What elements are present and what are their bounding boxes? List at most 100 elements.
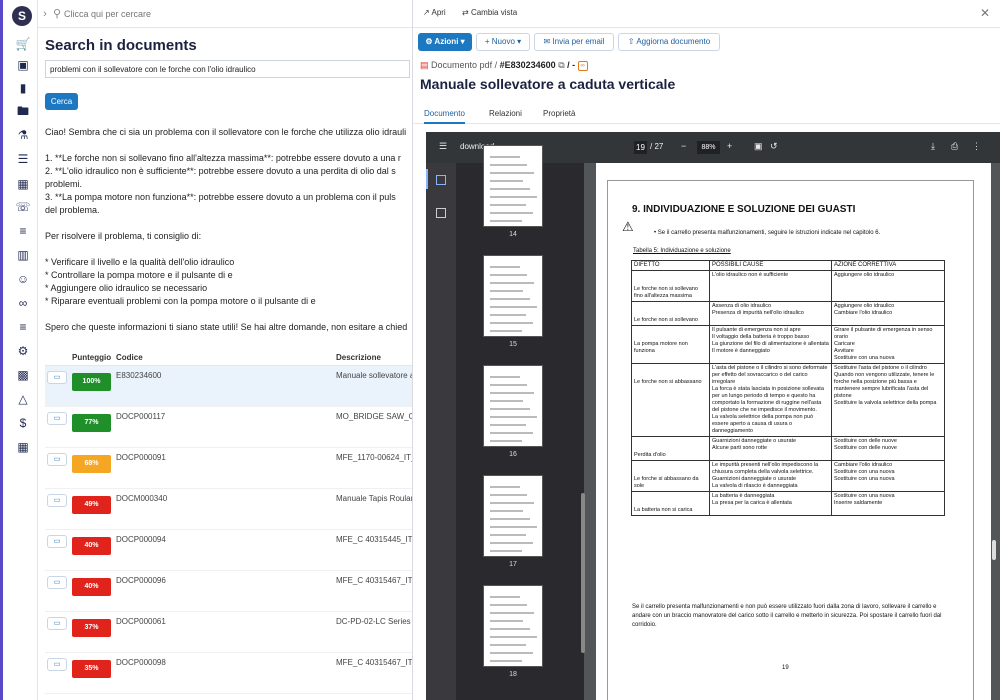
table-row[interactable]: ▭ 49% DOCM000340 Manuale Tapis Roulan [45,489,412,530]
open-link[interactable]: ↗ Apri [423,8,446,17]
thumbnail-line [490,424,526,426]
cell-action: Sostituire l'asta del pistone o il cilin… [831,363,945,437]
factory-icon[interactable]: ▩ [15,367,31,383]
page-thumbnail[interactable] [483,145,543,227]
rotate-icon[interactable]: ↺ [770,141,778,152]
rail-accent [0,0,3,700]
bottle-icon[interactable]: △ [15,391,31,407]
cell-cause: L'olio idraulico non è sufficiente [709,270,832,302]
dollar-icon[interactable]: $ [15,415,31,431]
chevron-right-icon[interactable]: › [38,7,52,21]
crumb-type[interactable]: Documento pdf [431,60,492,70]
zoom-in-icon[interactable]: + [727,141,732,151]
preview-icon[interactable]: ▭ [47,658,67,671]
outline-icon[interactable] [436,208,446,218]
link-icon[interactable]: ∞ [15,295,31,311]
headset-icon[interactable]: ☏ [15,199,31,215]
tree-icon[interactable]: ☰ [15,151,31,167]
thumbnail-line [490,408,530,410]
page-thumbnail[interactable] [483,475,543,557]
table-row[interactable]: ▭ 40% DOCP000096 MFE_C 40315467_IT_S [45,571,412,612]
cart-icon[interactable]: 🛒 [15,36,31,52]
page-thumbnail[interactable] [483,255,543,337]
page-thumbnail[interactable] [483,585,543,667]
row-code[interactable]: DOCP000094 [116,535,166,544]
table-row[interactable]: ▭ 68% DOCP000091 MFE_1170-00624_IT_ [45,448,412,489]
thumbnail-line [490,440,522,442]
grid-icon[interactable]: ▦ [15,439,31,455]
link-badge-icon[interactable]: ∞ [577,60,588,71]
tab-relazioni[interactable]: Relazioni [489,109,522,118]
zoom-out-icon[interactable]: − [681,141,686,151]
table-row[interactable]: ▭ 35% DOCP000098 MFE_C 40315467_IT_S [45,653,412,694]
fit-page-icon[interactable]: ▣ [754,141,763,152]
flask-icon[interactable]: ⚗ [15,127,31,143]
table-row[interactable]: ▭ 100% E830234600 Manuale sollevatore a [45,366,412,407]
preview-icon[interactable]: ▭ [47,617,67,630]
global-search-input[interactable] [64,4,394,24]
preview-icon[interactable]: ▭ [47,535,67,548]
actions-button[interactable]: ⚙ Azioni ▾ [418,33,472,51]
troubleshooting-table: DIFETTO POSSIBILI CAUSE AZIONE CORRETTIV… [631,260,945,516]
preview-icon[interactable]: ▭ [47,453,67,466]
print-icon[interactable]: ⎙ [951,141,958,152]
page-thumbnail[interactable] [483,365,543,447]
header-description[interactable]: Descrizione [336,353,381,362]
send-email-button[interactable]: ✉ Invia per email [534,33,614,51]
thumbnail-line [490,542,533,544]
search-button[interactable]: Cerca [45,93,78,110]
cell-cause: Guarnizioni danneggiate o usurate Alcune… [709,436,832,461]
table-row: Perdita d'olio Guarnizioni danneggiate o … [631,436,945,461]
download-icon[interactable]: ⤓ [931,141,935,152]
folder-icon[interactable]: 🖿 [15,103,31,119]
preview-icon[interactable]: ▭ [47,494,67,507]
row-code[interactable]: DOCP000091 [116,453,166,462]
page-note: • Se il carrello presenta malfunzionamen… [654,230,881,236]
page-scrollbar[interactable] [992,540,996,560]
answer-line: Ciao! Sembra che ci sia un problema con … [45,127,407,137]
ticket-icon[interactable]: ≡ [15,319,31,335]
logo-icon[interactable]: S [12,6,32,26]
row-code[interactable]: DOCP000117 [116,412,165,421]
row-code[interactable]: E830234600 [116,371,161,380]
thumbnail-line [490,298,530,300]
header-score[interactable]: Punteggio [72,353,111,362]
answer-line: * Aggiungere olio idraulico se necessari… [45,283,208,293]
preview-icon[interactable]: ▭ [47,412,67,425]
table-row[interactable]: ▭ 37% DOCP000061 DC-PD-02-LC Series IT [45,612,412,653]
zoom-level[interactable]: 88% [697,141,720,154]
list-icon[interactable]: ≡ [15,223,31,239]
menu-icon[interactable]: ☰ [439,141,447,152]
more-options-icon[interactable]: ⋮ [972,141,981,152]
calendar-icon[interactable]: ▥ [15,247,31,263]
query-input[interactable] [45,60,410,78]
users-icon[interactable]: ☺ [15,271,31,287]
tractor-icon[interactable]: ⚙ [15,343,31,359]
row-code[interactable]: DOCP000098 [116,658,166,667]
box-icon[interactable]: ▣ [15,57,31,73]
preview-icon[interactable]: ▭ [47,576,67,589]
thumbnail-scrollbar[interactable] [581,493,585,653]
table-row[interactable]: ▭ 40% DOCP000094 MFE_C 40315445_IT_S [45,530,412,571]
building-icon[interactable]: ▦ [15,176,31,192]
header-code[interactable]: Codice [116,353,143,362]
preview-icon[interactable]: ▭ [47,371,67,384]
thumbnails-icon[interactable] [436,175,446,185]
page-footer-text: Se il carrello presenta malfunzionamenti… [632,604,942,628]
tab-documento[interactable]: Documento [424,109,465,124]
row-code[interactable]: DOCP000061 [116,617,166,626]
tab-proprieta[interactable]: Proprietà [543,109,575,118]
page-number-input[interactable]: 19 [634,141,647,154]
row-description: MFE_C 40315467_IT_S [336,576,412,585]
change-view-link[interactable]: ⇄ Cambia vista [462,8,517,17]
update-document-button[interactable]: ⇧ Aggiorna documento [618,33,720,51]
answer-gap [45,243,412,256]
row-code[interactable]: DOCM000340 [116,494,167,503]
row-code[interactable]: DOCP000096 [116,576,166,585]
close-icon[interactable]: ✕ [980,6,990,20]
new-button[interactable]: + Nuovo ▾ [476,33,530,51]
thumbnail-line [490,432,533,434]
table-row[interactable]: ▭ 77% DOCP000117 MO_BRIDGE SAW_GE [45,407,412,448]
copy-icon[interactable]: ⧉ [558,60,564,70]
bookmark-icon[interactable]: ▮ [15,80,31,96]
